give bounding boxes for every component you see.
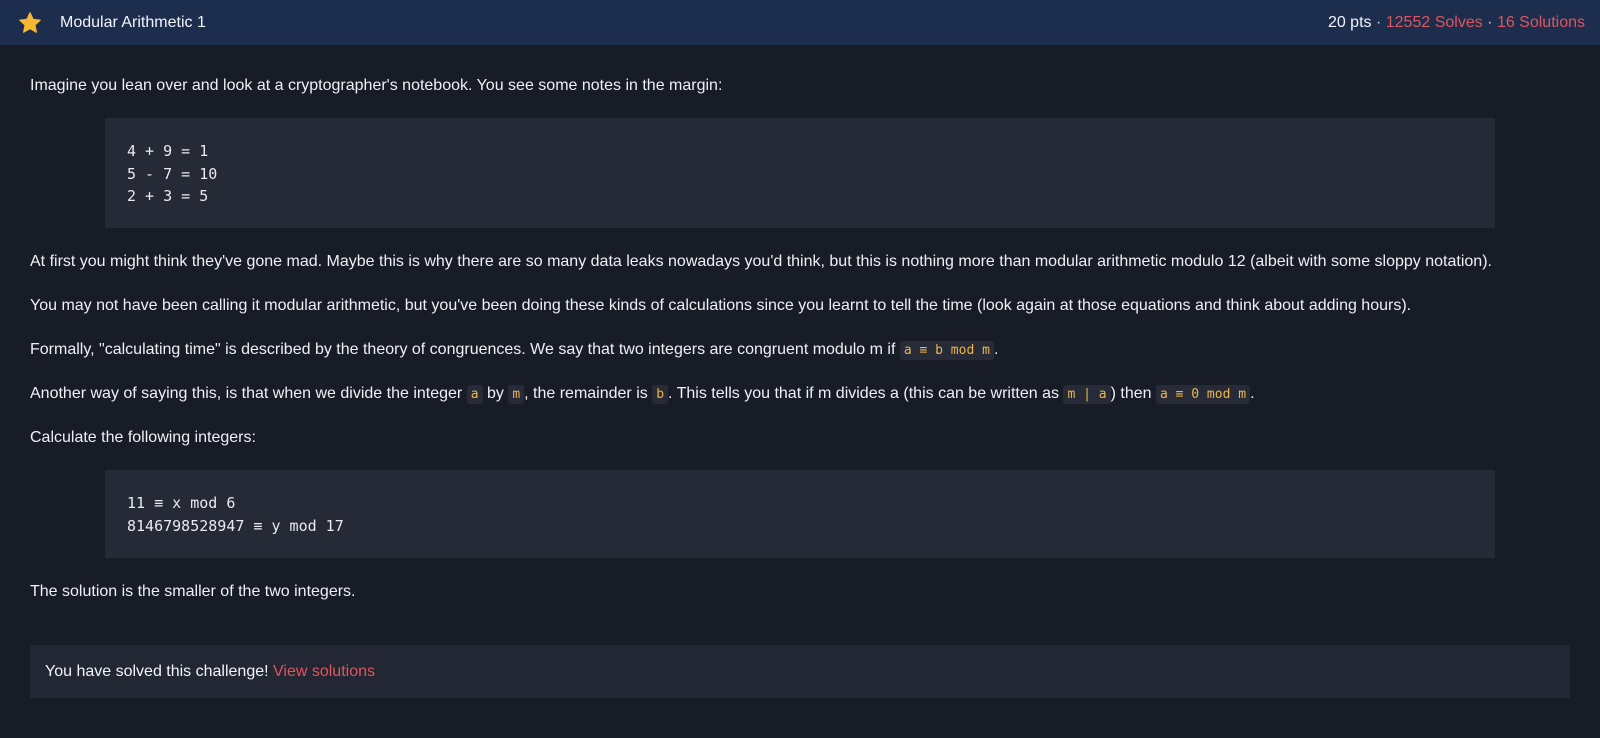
inline-code: m [508, 385, 525, 404]
text: ) then [1110, 385, 1156, 402]
code-line: 5 - 7 = 10 [127, 164, 218, 183]
challenge-header: Modular Arithmetic 1 20 pts · 12552 Solv… [0, 0, 1600, 45]
separator: · [1371, 14, 1386, 31]
paragraph-time: You may not have been calling it modular… [30, 297, 1412, 314]
inline-code: b [652, 385, 669, 404]
star-icon[interactable] [18, 11, 42, 35]
separator: · [1482, 14, 1497, 31]
view-solutions-link[interactable]: View solutions [273, 663, 375, 680]
code-line: 4 + 9 = 1 [127, 142, 209, 160]
text: , the remainder is [524, 385, 653, 402]
solutions-link[interactable]: 16 Solutions [1497, 14, 1585, 31]
code-line: 8146798528947 ≡ y mod 17 [127, 516, 344, 535]
paragraph-congruence: Formally, "calculating time" is describe… [30, 339, 998, 362]
paragraph-division: Another way of saying this, is that when… [30, 383, 1255, 406]
paragraph-modular: At first you might think they've gone ma… [30, 253, 1492, 270]
code-line: 2 + 3 = 5 [127, 187, 209, 205]
text: . [993, 341, 999, 358]
inline-code: a [466, 385, 483, 404]
solved-banner: You have solved this challenge! View sol… [30, 645, 1570, 698]
task-code-block: 11 ≡ x mod 6 8146798528947 ≡ y mod 17 [105, 470, 1495, 558]
text: Formally, "calculating time" is describe… [30, 341, 900, 358]
solves-link[interactable]: 12552 Solves [1386, 14, 1483, 31]
solved-text: You have solved this challenge! [45, 663, 274, 680]
text: by [482, 385, 509, 402]
notes-code-block: 4 + 9 = 1 5 - 7 = 10 2 + 3 = 5 [105, 118, 1495, 228]
paragraph-calculate: Calculate the following integers: [30, 429, 256, 446]
code-line: 11 ≡ x mod 6 [127, 494, 236, 512]
points-label: 20 pts [1327, 14, 1372, 31]
inline-code: m | a [1063, 385, 1111, 404]
paragraph-solution: The solution is the smaller of the two i… [30, 583, 356, 600]
intro-paragraph: Imagine you lean over and look at a cryp… [30, 77, 723, 94]
inline-code: a ≡ b mod m [899, 341, 994, 360]
challenge-stats: 20 pts · 12552 Solves · 16 Solutions [1328, 0, 1585, 45]
text: . This tells you that if m divides a (th… [668, 385, 1064, 402]
challenge-title: Modular Arithmetic 1 [60, 14, 206, 31]
inline-code: a ≡ 0 mod m [1155, 385, 1251, 404]
text: Another way of saying this, is that when… [30, 385, 467, 402]
text: . [1250, 385, 1255, 402]
